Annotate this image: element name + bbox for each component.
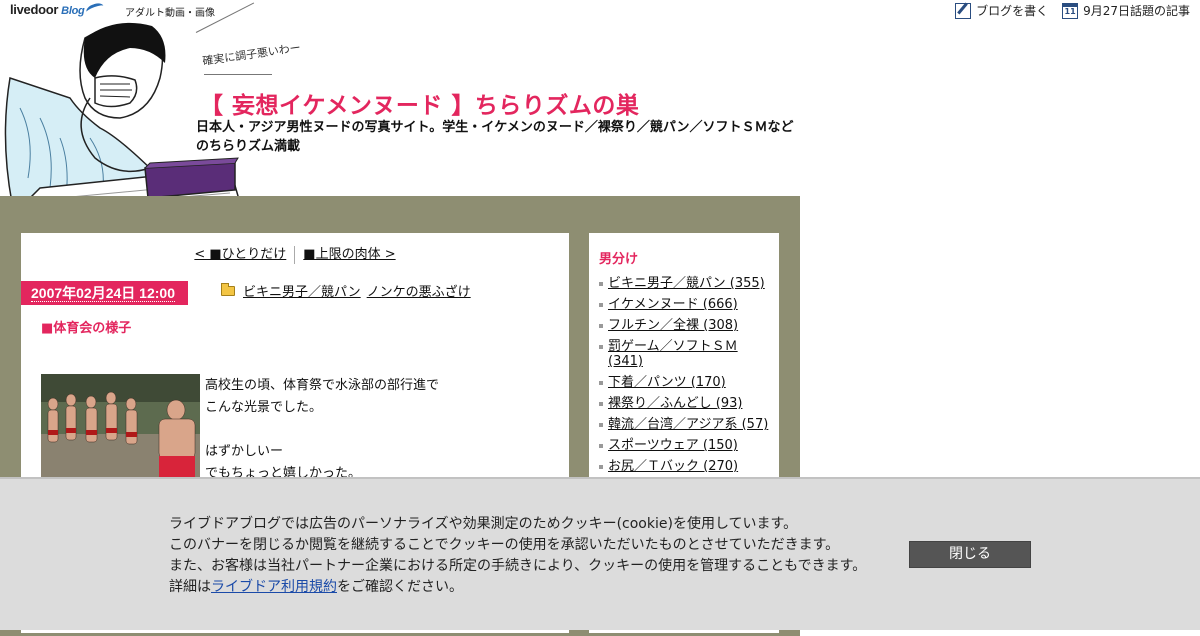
cookie-close-button[interactable]: 閉じる: [909, 541, 1031, 568]
prev-post-link[interactable]: < ■ひとりだけ: [194, 247, 286, 262]
sidebar-item: 韓流／台湾／アジア系 (57): [599, 417, 769, 432]
post-title: ■体育会の様子: [41, 321, 132, 336]
sidebar-item: 下着／パンツ (170): [599, 375, 769, 390]
category-link[interactable]: アダルト動画・画像: [125, 4, 215, 19]
next-post-link[interactable]: ■上限の肉体 >: [303, 247, 395, 262]
calendar-icon: 11: [1062, 2, 1079, 19]
sidebar-item: フルチン／全裸 (308): [599, 318, 769, 333]
sidebar-item: ビキニ男子／競パン (355): [599, 276, 769, 291]
write-blog-link[interactable]: ブログを書く: [955, 2, 1048, 19]
sidebar-item: イケメンヌード (666): [599, 297, 769, 312]
sidebar-title: 男分け: [599, 252, 639, 267]
cookie-notice-text: ライブドアブログでは広告のパーソナライズや効果測定のためクッキー(cookie)…: [169, 516, 867, 595]
cookie-banner: ライブドアブログでは広告のパーソナライズや効果測定のためクッキー(cookie)…: [0, 477, 1200, 630]
post-photo[interactable]: [41, 374, 200, 484]
folder-icon: [221, 282, 235, 296]
top-right-links: ブログを書く 11 9月27日話題の記事: [955, 2, 1190, 19]
pencil-icon: [955, 2, 972, 19]
category-link-2[interactable]: ノンケの悪ふざけ: [367, 281, 471, 300]
sidebar-item: 裸祭り／ふんどし (93): [599, 396, 769, 411]
sidebar-item: 罰ゲーム／ソフトＳＭ (341): [599, 339, 769, 369]
post-body: 高校生の頃、体育祭で水泳部の部行進で こんな光景でした。 はずかしいー でもちょ…: [205, 378, 440, 481]
post-date-badge[interactable]: 2007年02月24日 12:00: [21, 281, 188, 305]
sidebar-item: スポーツウェア (150): [599, 438, 769, 453]
sidebar-item: お尻／Ｔバック (270): [599, 459, 769, 474]
terms-link[interactable]: ライブドア利用規約: [211, 579, 337, 595]
livedoor-blog-logo[interactable]: livedoor Blog: [10, 1, 106, 17]
post-pager: < ■ひとりだけ ■上限の肉体 >: [21, 243, 569, 264]
post-categories: ビキニ男子／競パン ノンケの悪ふざけ: [221, 281, 471, 300]
category-link-1[interactable]: ビキニ男子／競パン: [243, 281, 361, 300]
tagline-underline: [204, 74, 272, 75]
site-title[interactable]: 【 妄想イケメンヌード 】ちらりズムの巣: [200, 86, 639, 120]
tagline: 確実に調子悪いわー: [195, 2, 306, 79]
swoosh-icon: [85, 1, 106, 17]
trending-link[interactable]: 11 9月27日話題の記事: [1062, 2, 1190, 19]
site-description: 日本人・アジア男性ヌードの写真サイト。学生・イケメンのヌード／裸祭り／競パン／ソ…: [196, 120, 794, 154]
pager-separator: [294, 245, 296, 264]
sidebar-category-list: ビキニ男子／競パン (355) イケメンヌード (666) フルチン／全裸 (3…: [599, 276, 769, 480]
